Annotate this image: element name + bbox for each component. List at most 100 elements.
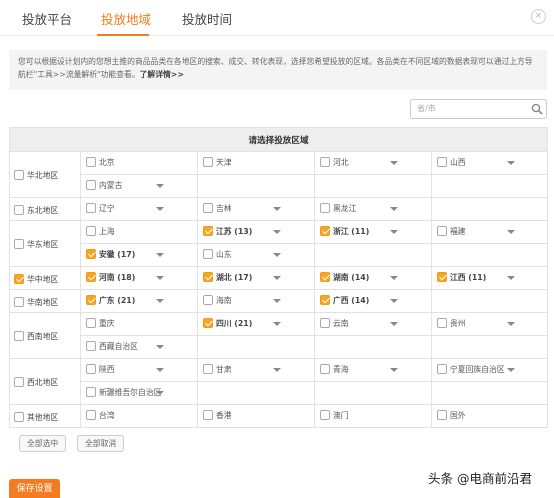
province-checkbox[interactable]	[86, 364, 96, 374]
learn-more-link[interactable]: 了解详情>>	[140, 70, 184, 79]
province-checkbox[interactable]	[203, 410, 213, 420]
province-option[interactable]: 上海	[81, 221, 197, 243]
province-checkbox[interactable]	[86, 295, 96, 305]
chevron-down-icon[interactable]	[156, 184, 164, 188]
chevron-down-icon[interactable]	[156, 345, 164, 349]
province-option[interactable]: 重庆	[81, 313, 197, 335]
search-icon[interactable]	[531, 103, 543, 115]
province-option[interactable]: 河北	[315, 152, 431, 174]
province-option[interactable]: 江苏 (13)	[198, 221, 314, 243]
region-checkbox[interactable]	[14, 331, 24, 341]
region-checkbox-label[interactable]: 东北地区	[10, 204, 58, 215]
chevron-down-icon[interactable]	[507, 161, 515, 165]
region-checkbox[interactable]	[14, 239, 24, 249]
region-checkbox[interactable]	[14, 411, 24, 422]
province-checkbox[interactable]	[320, 295, 330, 305]
region-checkbox-label[interactable]: 华东地区	[10, 239, 58, 249]
province-option[interactable]: 黑龙江	[315, 198, 431, 220]
chevron-down-icon[interactable]	[156, 299, 164, 303]
chevron-down-icon[interactable]	[507, 230, 515, 234]
province-option[interactable]: 福建	[432, 221, 547, 243]
province-option[interactable]: 辽宁	[81, 198, 197, 220]
region-checkbox-label[interactable]: 其他地区	[10, 411, 58, 422]
province-checkbox[interactable]	[203, 203, 213, 213]
province-checkbox[interactable]	[203, 226, 213, 236]
province-option[interactable]: 国外	[432, 405, 547, 427]
tab-region[interactable]: 投放地域	[101, 9, 151, 28]
province-checkbox[interactable]	[437, 364, 447, 374]
save-button[interactable]: 保存设置	[9, 479, 60, 498]
chevron-down-icon[interactable]	[156, 276, 164, 280]
province-option[interactable]: 新疆维吾尔自治区	[81, 382, 197, 404]
province-checkbox[interactable]	[437, 410, 447, 420]
chevron-down-icon[interactable]	[156, 207, 164, 211]
chevron-down-icon[interactable]	[156, 368, 164, 372]
province-option[interactable]: 云南	[315, 313, 431, 335]
chevron-down-icon[interactable]	[507, 368, 515, 372]
region-checkbox-label[interactable]: 西北地区	[10, 377, 58, 387]
tab-time[interactable]: 投放时间	[182, 9, 232, 28]
chevron-down-icon[interactable]	[507, 276, 515, 280]
province-option[interactable]: 宁夏回族自治区	[432, 359, 547, 381]
chevron-down-icon[interactable]	[507, 322, 515, 326]
province-option[interactable]: 天津	[198, 152, 314, 174]
region-checkbox[interactable]	[14, 296, 24, 307]
chevron-down-icon[interactable]	[390, 322, 398, 326]
close-icon[interactable]: ×	[531, 9, 546, 24]
province-option[interactable]: 青海	[315, 359, 431, 381]
province-checkbox[interactable]	[203, 272, 213, 282]
province-checkbox[interactable]	[86, 410, 96, 420]
province-checkbox[interactable]	[320, 226, 330, 236]
province-checkbox[interactable]	[437, 318, 447, 328]
chevron-down-icon[interactable]	[390, 299, 398, 303]
chevron-down-icon[interactable]	[273, 207, 281, 211]
province-option[interactable]: 贵州	[432, 313, 547, 335]
region-checkbox-label[interactable]: 华中地区	[10, 273, 58, 284]
chevron-down-icon[interactable]	[273, 253, 281, 257]
cancel-all-button[interactable]: 全部取消	[77, 435, 125, 452]
province-option[interactable]: 山西	[432, 152, 547, 174]
province-checkbox[interactable]	[203, 364, 213, 374]
province-option[interactable]: 西藏自治区	[81, 336, 197, 358]
region-checkbox-label[interactable]: 西南地区	[10, 331, 58, 341]
tab-platform[interactable]: 投放平台	[22, 9, 72, 28]
province-checkbox[interactable]	[86, 387, 96, 397]
province-option[interactable]: 陕西	[81, 359, 197, 381]
province-checkbox[interactable]	[86, 318, 96, 328]
province-checkbox[interactable]	[320, 272, 330, 282]
province-checkbox[interactable]	[437, 272, 447, 282]
region-checkbox-label[interactable]: 华北地区	[10, 170, 58, 180]
province-checkbox[interactable]	[320, 410, 330, 420]
chevron-down-icon[interactable]	[390, 368, 398, 372]
province-checkbox[interactable]	[320, 364, 330, 374]
province-checkbox[interactable]	[203, 157, 213, 167]
chevron-down-icon[interactable]	[390, 207, 398, 211]
province-checkbox[interactable]	[86, 249, 96, 259]
province-option[interactable]: 海南	[198, 290, 314, 312]
region-checkbox[interactable]	[14, 204, 24, 215]
province-checkbox[interactable]	[437, 157, 447, 167]
chevron-down-icon[interactable]	[390, 230, 398, 234]
region-checkbox[interactable]	[14, 273, 24, 284]
province-option[interactable]: 澳门	[315, 405, 431, 427]
chevron-down-icon[interactable]	[273, 299, 281, 303]
province-option[interactable]: 湖北 (17)	[198, 267, 314, 289]
chevron-down-icon[interactable]	[273, 322, 281, 326]
province-option[interactable]: 安徽 (17)	[81, 244, 197, 266]
province-checkbox[interactable]	[86, 157, 96, 167]
province-option[interactable]: 江西 (11)	[432, 267, 547, 289]
province-option[interactable]: 台湾	[81, 405, 197, 427]
chevron-down-icon[interactable]	[273, 368, 281, 372]
province-option[interactable]: 广西 (14)	[315, 290, 431, 312]
chevron-down-icon[interactable]	[273, 276, 281, 280]
province-option[interactable]: 河南 (18)	[81, 267, 197, 289]
province-checkbox[interactable]	[203, 318, 213, 328]
chevron-down-icon[interactable]	[390, 276, 398, 280]
search-input[interactable]	[411, 100, 523, 117]
province-option[interactable]: 广东 (21)	[81, 290, 197, 312]
province-checkbox[interactable]	[320, 203, 330, 213]
province-checkbox[interactable]	[86, 203, 96, 213]
province-checkbox[interactable]	[86, 180, 96, 190]
province-option[interactable]: 四川 (21)	[198, 313, 314, 335]
chevron-down-icon[interactable]	[156, 253, 164, 257]
